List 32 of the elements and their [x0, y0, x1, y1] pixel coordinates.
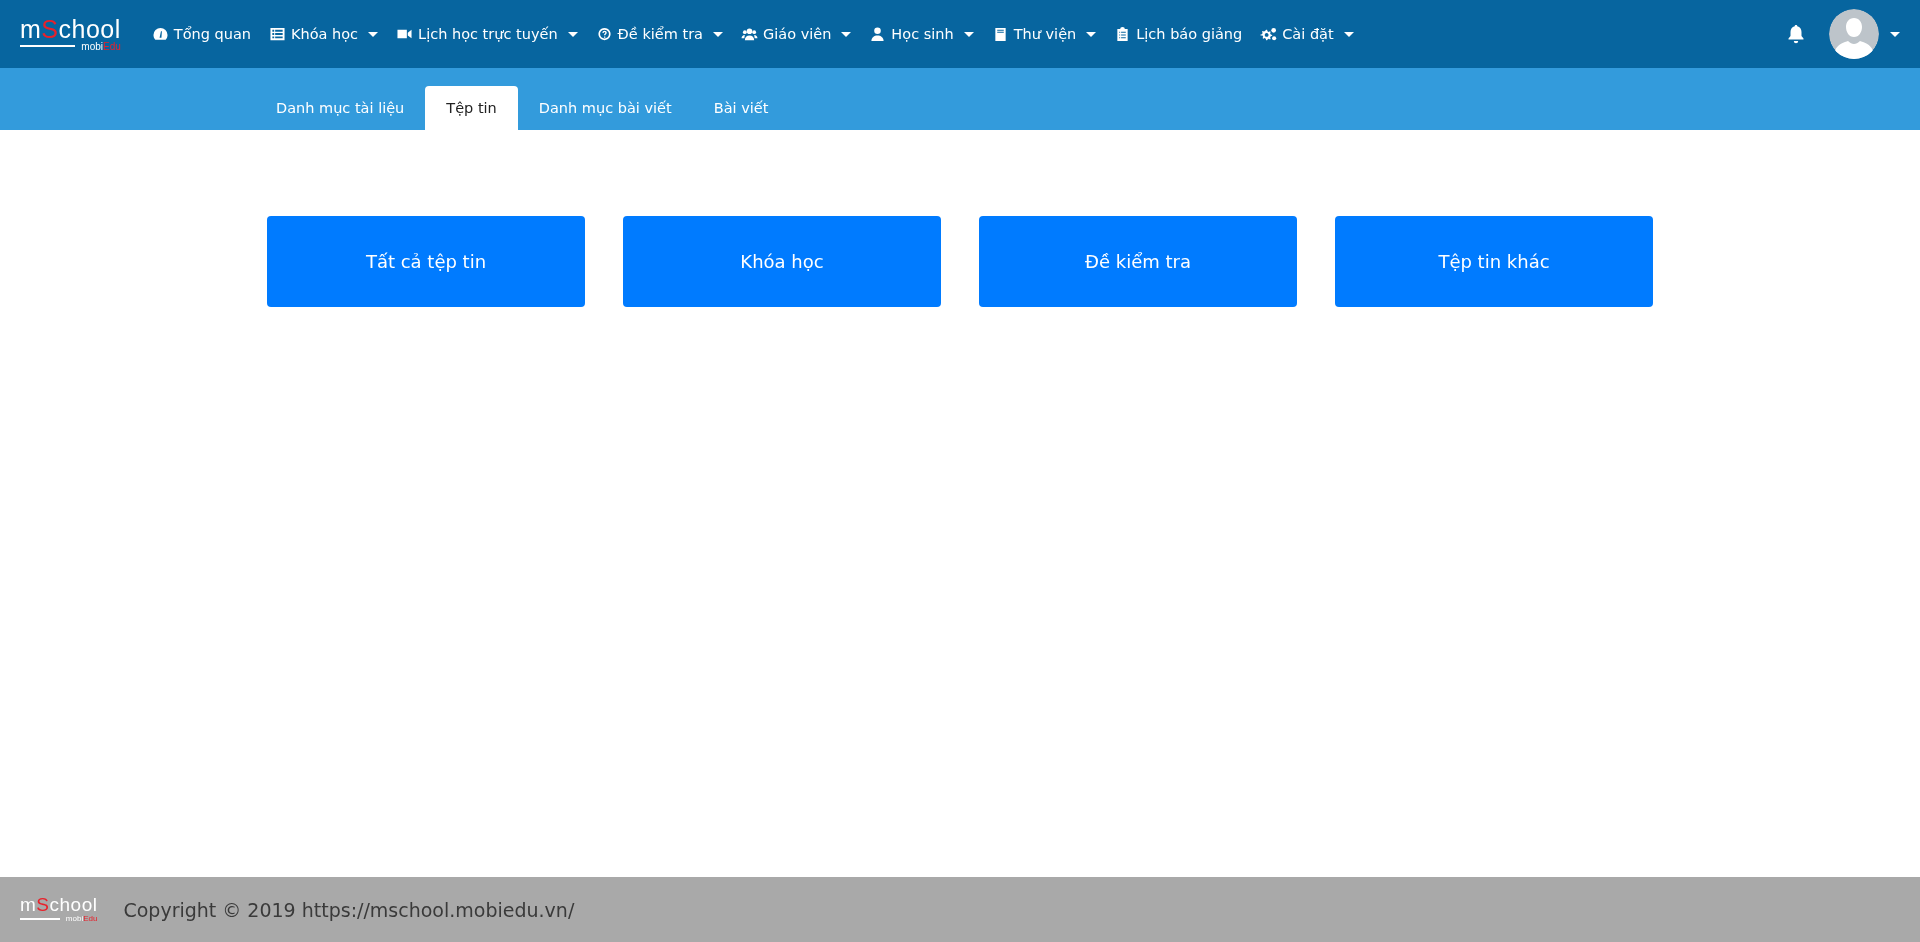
caret-icon: [713, 31, 723, 37]
caret-icon: [963, 31, 974, 37]
category-button[interactable]: Tệp tin khác: [1335, 216, 1653, 307]
category-button[interactable]: Khóa học: [623, 216, 941, 307]
nav-menu-item[interactable]: Lịch báo giảng: [1105, 26, 1252, 42]
caret-icon[interactable]: [1890, 31, 1900, 37]
nav-menu-item[interactable]: Đề kiểm tra: [586, 26, 732, 42]
category-button[interactable]: Đề kiểm tra: [979, 216, 1297, 307]
logo[interactable]: mSchool mobiEdu: [20, 16, 121, 52]
caret-icon: [567, 31, 578, 37]
users-icon: [741, 26, 758, 42]
caret-icon: [368, 31, 379, 37]
nav-menu-item[interactable]: Khóa học: [260, 26, 388, 42]
notification-bell-icon[interactable]: [1787, 24, 1805, 44]
nav-menu-item[interactable]: Thư viện: [982, 26, 1106, 42]
copyright-text: Copyright © 2019 https://mschool.mobiedu.vn/: [123, 898, 575, 921]
logo: mSchool mobiEdu: [20, 896, 98, 923]
avatar-silhouette[interactable]: [1829, 9, 1879, 59]
nav-menu-item[interactable]: Lịch học trực tuyến: [387, 26, 587, 42]
caret-icon: [1086, 31, 1097, 37]
question-icon: [595, 26, 613, 42]
tab[interactable]: Tệp tin: [425, 86, 518, 130]
nav-menu-item[interactable]: Cài đặt: [1251, 26, 1363, 42]
cogs-icon: [1260, 26, 1278, 42]
list-icon: [269, 26, 286, 42]
gauge-icon: [151, 26, 169, 42]
caret-icon: [1343, 31, 1354, 37]
category-button[interactable]: Tất cả tệp tin: [267, 216, 585, 307]
nav-menu-item[interactable]: Tổng quan: [142, 26, 260, 42]
caret-icon: [841, 31, 852, 37]
nav-menu-item[interactable]: Giáo viên: [732, 26, 861, 42]
nav-menu-item[interactable]: Học sinh: [860, 26, 983, 42]
